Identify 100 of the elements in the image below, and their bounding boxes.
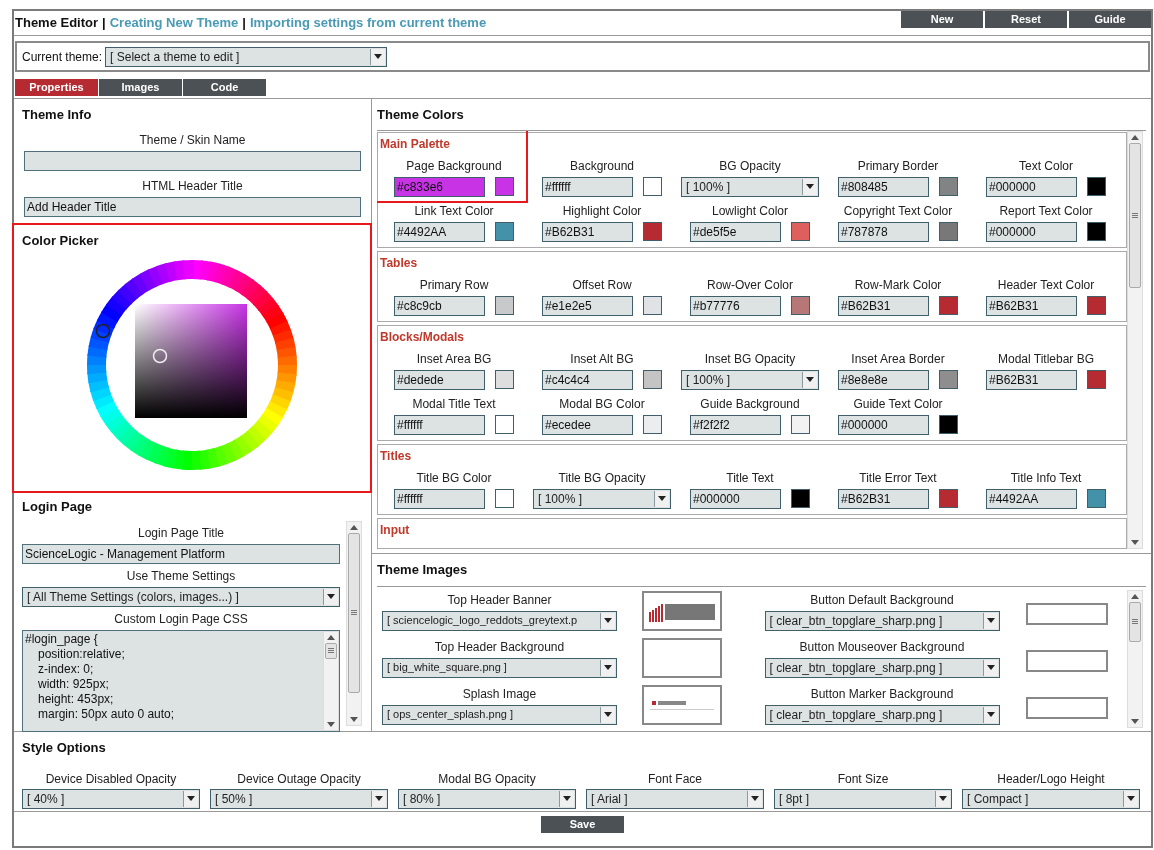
field-label: Font Face [648, 770, 702, 788]
color-input[interactable]: #000000 [838, 414, 929, 435]
color-input[interactable]: #de5f5e [690, 221, 781, 242]
color-input[interactable]: #B62B31 [838, 295, 929, 316]
scrollbar[interactable] [323, 630, 339, 731]
color-swatch[interactable] [939, 177, 958, 196]
save-button[interactable]: Save [541, 816, 624, 833]
input-field[interactable] [24, 150, 361, 171]
dropdown[interactable]: [ 8pt ] [774, 788, 952, 809]
input-field[interactable]: ScienceLogic - Management Platform [22, 543, 340, 564]
color-swatch[interactable] [1087, 370, 1106, 389]
dropdown[interactable]: [ Compact ] [962, 788, 1140, 809]
scroll-down-icon[interactable] [1131, 718, 1139, 724]
input-field[interactable]: Add Header Title [24, 196, 361, 217]
color-swatch[interactable] [643, 222, 662, 241]
color-input[interactable]: #ffffff [542, 176, 633, 197]
color-input[interactable]: #808485 [838, 176, 929, 197]
color-input[interactable]: #c8c9cb [394, 295, 485, 316]
scroll-down-icon[interactable] [350, 716, 358, 722]
color-swatch[interactable] [1087, 222, 1106, 241]
dropdown[interactable]: [ 50% ] [210, 788, 388, 809]
color-swatch[interactable] [495, 370, 514, 389]
color-input[interactable]: #000000 [986, 221, 1077, 242]
header-button[interactable]: Guide [1069, 11, 1151, 28]
color-input[interactable]: #787878 [838, 221, 929, 242]
scroll-up-icon[interactable] [1131, 134, 1139, 140]
color-input[interactable]: #b77776 [690, 295, 781, 316]
dropdown[interactable]: [ 80% ] [398, 788, 576, 809]
dropdown[interactable]: [ clear_btn_topglare_sharp.png ] [764, 657, 1000, 678]
color-input[interactable]: #c4c4c4 [542, 369, 633, 390]
dropdown[interactable]: [ 100% ] [681, 176, 819, 197]
dropdown[interactable]: [ 100% ] [681, 369, 819, 390]
scroll-down-icon[interactable] [1131, 539, 1139, 545]
color-input[interactable]: #B62B31 [838, 488, 929, 509]
color-swatch[interactable] [939, 415, 958, 434]
scrollbar[interactable] [346, 520, 362, 726]
scroll-up-icon[interactable] [1131, 593, 1139, 599]
color-input[interactable]: #B62B31 [542, 221, 633, 242]
color-swatch[interactable] [643, 370, 662, 389]
color-swatch[interactable] [791, 415, 810, 434]
color-input[interactable]: #000000 [986, 176, 1077, 197]
color-input[interactable]: #c833e6 [394, 176, 485, 197]
dropdown[interactable]: [ ops_center_splash.png ] [382, 704, 617, 725]
color-input[interactable]: #f2f2f2 [690, 414, 781, 435]
color-input[interactable]: #4492AA [986, 488, 1077, 509]
color-swatch[interactable] [495, 296, 514, 315]
tab[interactable]: Images [99, 79, 182, 96]
color-swatch[interactable] [495, 489, 514, 508]
header-button[interactable]: New [901, 11, 983, 28]
dropdown[interactable]: [ sciencelogic_logo_reddots_greytext.p [382, 610, 617, 631]
code-field[interactable]: #login_page { position:relative; z-index: 0; width: 925px; height: 453px; margin: 50px auto 0 auto; [22, 629, 340, 732]
color-input[interactable]: #8e8e8e [838, 369, 929, 390]
color-input[interactable]: #ffffff [394, 488, 485, 509]
color-swatch[interactable] [1087, 296, 1106, 315]
color-input[interactable]: #B62B31 [986, 369, 1077, 390]
scrollbar[interactable] [1127, 589, 1143, 728]
color-swatch[interactable] [939, 296, 958, 315]
color-swatch[interactable] [495, 177, 514, 196]
field-label: Header/Logo Height [997, 770, 1105, 788]
scrollbar[interactable] [1127, 130, 1143, 549]
dropdown[interactable]: [ All Theme Settings (colors, images...) ] [22, 586, 340, 607]
scroll-up-icon[interactable] [350, 524, 358, 530]
saturation-square[interactable] [135, 303, 247, 418]
color-input[interactable]: #ecedee [542, 414, 633, 435]
field-label: Background [569, 157, 634, 175]
dropdown[interactable]: [ Select a theme to edit ] [105, 46, 388, 67]
dropdown[interactable]: [ big_white_square.png ] [382, 657, 617, 678]
color-handle[interactable] [152, 348, 168, 363]
scroll-up-icon[interactable] [327, 634, 335, 640]
color-input[interactable]: #ffffff [394, 414, 485, 435]
color-swatch[interactable] [791, 222, 810, 241]
color-input[interactable]: #dedede [394, 369, 485, 390]
field-label: Guide Background [700, 395, 800, 413]
scroll-down-icon[interactable] [327, 721, 335, 727]
tab[interactable]: Code [183, 79, 266, 96]
color-swatch[interactable] [643, 177, 662, 196]
tab[interactable]: Properties [15, 79, 98, 96]
color-input[interactable]: #4492AA [394, 221, 485, 242]
color-swatch[interactable] [495, 415, 514, 434]
color-swatch[interactable] [791, 296, 810, 315]
hue-handle[interactable] [95, 323, 111, 338]
color-swatch[interactable] [939, 222, 958, 241]
color-swatch[interactable] [939, 489, 958, 508]
color-input[interactable]: #e1e2e5 [542, 295, 633, 316]
color-input[interactable]: #000000 [690, 488, 781, 509]
dropdown[interactable]: [ 100% ] [533, 488, 671, 509]
color-swatch[interactable] [1087, 489, 1106, 508]
dropdown[interactable]: [ clear_btn_topglare_sharp.png ] [764, 704, 1000, 725]
color-swatch[interactable] [791, 489, 810, 508]
color-swatch[interactable] [643, 415, 662, 434]
dropdown[interactable]: [ clear_btn_topglare_sharp.png ] [764, 610, 1000, 631]
dropdown[interactable]: [ Arial ] [586, 788, 764, 809]
header-button[interactable]: Reset [985, 11, 1067, 28]
field-label: Button Marker Background [810, 685, 954, 703]
color-swatch[interactable] [643, 296, 662, 315]
color-swatch[interactable] [1087, 177, 1106, 196]
color-swatch[interactable] [495, 222, 514, 241]
color-input[interactable]: #B62B31 [986, 295, 1077, 316]
color-swatch[interactable] [939, 370, 958, 389]
dropdown[interactable]: [ 40% ] [22, 788, 200, 809]
